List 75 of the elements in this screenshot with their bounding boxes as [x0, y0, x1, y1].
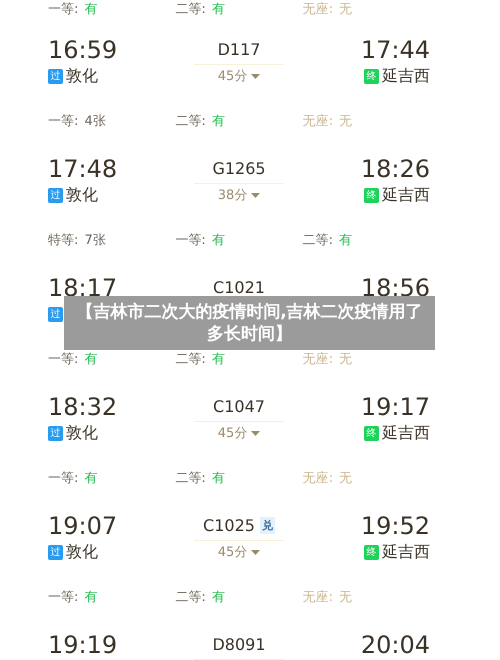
train-number[interactable]: G1265 — [212, 159, 266, 178]
seat-label: 二等: — [175, 590, 206, 605]
seat-label: 一等: — [48, 352, 78, 367]
departure-time: 18:32 — [48, 392, 118, 422]
station-name: 敦化 — [66, 542, 98, 562]
pass-badge: 过 — [48, 544, 63, 560]
arrival-time: 19:17 — [360, 392, 430, 422]
seat-availability: 无 — [339, 2, 352, 17]
seat-availability: 无 — [339, 590, 352, 605]
seat-availability: 有 — [212, 2, 225, 17]
seat-availability: 有 — [212, 114, 225, 129]
seat-label: 特等: — [48, 233, 78, 248]
seat-label: 一等: — [48, 471, 78, 486]
seat-availability: 4张 — [84, 114, 106, 129]
station-name: 延吉西 — [382, 184, 430, 206]
seat-availability: 有 — [84, 352, 98, 367]
seat-label: 二等: — [175, 2, 206, 17]
title-banner: 【吉林市二次大的疫情时间,吉林二次疫情用了多长时间】 — [64, 296, 435, 350]
seat-label: 无座: — [302, 471, 334, 486]
departure-time: 16:59 — [48, 35, 118, 65]
seat-availability: 有 — [84, 2, 98, 17]
station-name: 敦化 — [66, 66, 98, 86]
seat-label: 一等: — [48, 114, 78, 129]
terminal-badge: 终 — [364, 544, 379, 560]
station-name: 延吉西 — [382, 422, 430, 444]
station-name: 敦化 — [66, 422, 98, 444]
station-name: 延吉西 — [382, 66, 430, 86]
seat-label: 无座: — [302, 2, 334, 17]
seat-label: 二等: — [175, 471, 206, 486]
seat-availability: 有 — [212, 233, 225, 248]
seat-availability: 有 — [84, 471, 98, 486]
caret-icon — [251, 430, 260, 436]
departure-time: 19:07 — [48, 511, 118, 541]
caret-icon — [251, 550, 260, 554]
train-number[interactable]: D8091 — [212, 635, 266, 654]
pass-badge: 过 — [48, 306, 63, 322]
station-name: 敦化 — [66, 184, 98, 206]
caret-icon — [251, 74, 260, 78]
arrival-time: 18:26 — [360, 154, 430, 184]
seat-availability: 7张 — [84, 233, 106, 248]
seat-label: 无座: — [302, 352, 334, 367]
seat-availability: 无 — [339, 114, 352, 129]
train-number[interactable]: C1021 — [213, 278, 265, 297]
seat-label: 一等: — [48, 590, 78, 605]
seat-label: 二等: — [175, 352, 206, 367]
departure-time: 17:48 — [48, 154, 118, 184]
terminal-badge: 终 — [364, 426, 379, 440]
pass-badge: 过 — [48, 426, 63, 440]
seat-label: 二等: — [302, 233, 334, 248]
seat-availability: 无 — [339, 471, 352, 486]
seat-availability: 有 — [339, 233, 352, 248]
seat-label: 二等: — [175, 114, 206, 129]
seat-label: 一等: — [175, 233, 206, 248]
seat-availability: 有 — [212, 471, 225, 486]
train-number[interactable]: C1025 — [203, 516, 255, 535]
pass-badge: 过 — [48, 188, 63, 202]
seat-label: 无座: — [302, 590, 334, 605]
seat-availability: 有 — [212, 590, 225, 605]
seat-label: 一等: — [48, 2, 78, 17]
pass-badge: 过 — [48, 68, 63, 84]
arrival-time: 19:52 — [360, 511, 430, 541]
seat-availability: 有 — [84, 590, 98, 605]
caret-icon — [251, 192, 260, 198]
terminal-badge: 终 — [364, 188, 379, 202]
seat-label: 无座: — [302, 114, 334, 129]
exchange-badge: 兑 — [260, 517, 275, 534]
seat-availability: 无 — [339, 352, 352, 367]
seat-availability: 有 — [212, 352, 225, 367]
train-number[interactable]: C1047 — [213, 397, 265, 416]
arrival-time: 17:44 — [360, 35, 430, 65]
arrival-time: 20:04 — [360, 630, 430, 660]
station-name: 延吉西 — [382, 542, 430, 562]
departure-time: 19:19 — [48, 630, 118, 660]
train-number[interactable]: D117 — [218, 40, 260, 59]
terminal-badge: 终 — [364, 68, 379, 84]
